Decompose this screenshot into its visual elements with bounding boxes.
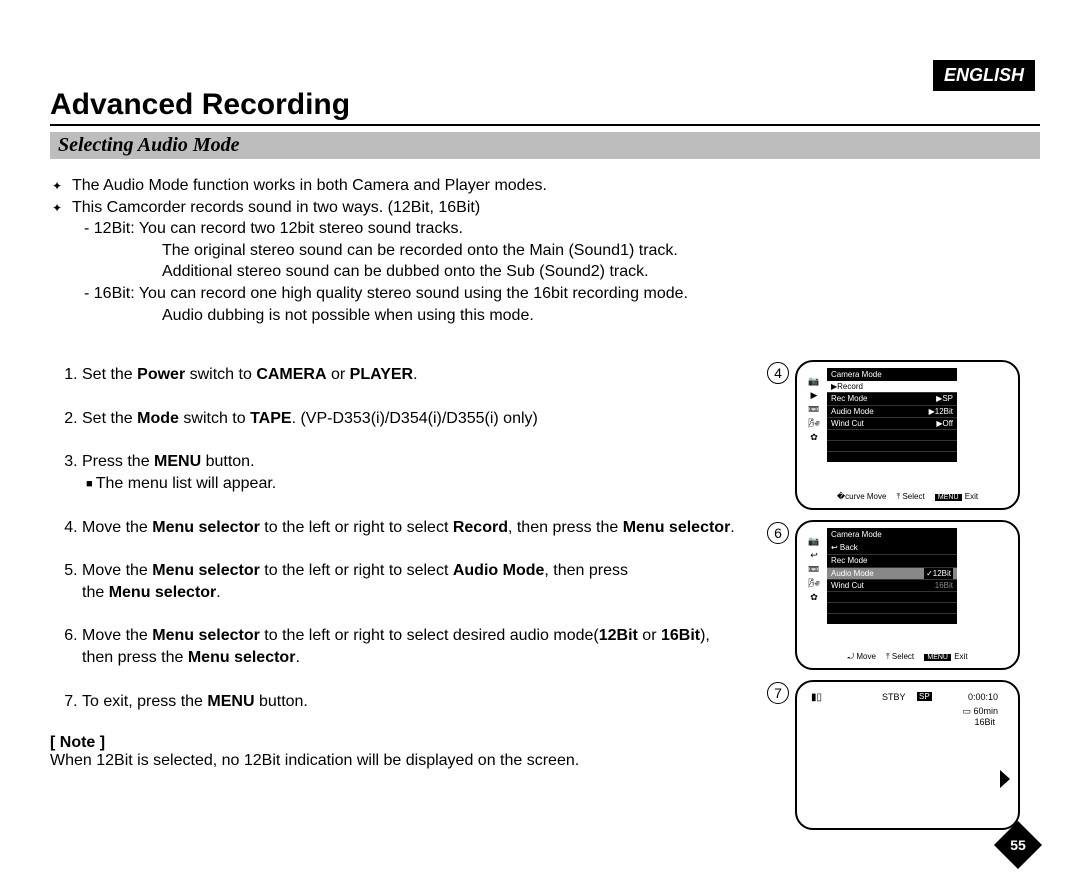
screen-4-wrap: 4 📷 ▶ 📼 🌬 ✿ Camera Mode ▶Record Rec Mode… xyxy=(795,360,1035,510)
screen-illustrations: 4 📷 ▶ 📼 🌬 ✿ Camera Mode ▶Record Rec Mode… xyxy=(795,360,1035,840)
menu-icons-4: 📷 ▶ 📼 🌬 ✿ xyxy=(807,376,821,443)
lcd-screen-4: 📷 ▶ 📼 🌬 ✿ Camera Mode ▶Record Rec Mode▶S… xyxy=(795,360,1020,510)
menu-title-6: Camera Mode xyxy=(827,528,957,541)
bullet-1: The Audio Mode function works in both Ca… xyxy=(72,175,1040,197)
screen-7-wrap: 7 ▮▯ STBY SP 0:00:10 ▭ 60min 16Bit xyxy=(795,680,1035,830)
back-icon: ↩ xyxy=(807,550,821,561)
battery-icon: ▮▯ xyxy=(811,692,822,703)
sub-16bit-l2: Audio dubbing is not possible when using… xyxy=(162,305,1040,327)
lcd-screen-6: 📷 ↩ 📼 🌬 ✿ Camera Mode ↩ Back Rec Mode Au… xyxy=(795,520,1020,670)
sub-12bit: - 12Bit: You can record two 12bit stereo… xyxy=(84,218,1040,240)
step-circle-4: 4 xyxy=(767,362,789,384)
language-badge: ENGLISH xyxy=(933,60,1035,91)
menu-title-4: Camera Mode xyxy=(827,368,957,381)
screen-6-wrap: 6 📷 ↩ 📼 🌬 ✿ Camera Mode ↩ Back Rec Mode … xyxy=(795,520,1035,670)
lcd-screen-7: ▮▯ STBY SP 0:00:10 ▭ 60min 16Bit xyxy=(795,680,1020,830)
tape-remain: ▭ 60min xyxy=(962,706,998,717)
menu-sub-6: ↩ Back xyxy=(827,541,957,554)
menu-sub-4: ▶Record xyxy=(827,381,957,392)
tape-icon: 📼 xyxy=(807,564,821,575)
sub-16bit: - 16Bit: You can record one high quality… xyxy=(84,283,1040,305)
camera-icon: 📷 xyxy=(807,536,821,547)
menu-bottom-bar: �curve Move ⤒ Select MENU Exit xyxy=(797,492,1018,502)
gear-icon: ✿ xyxy=(807,592,821,603)
play-icon: ▶ xyxy=(807,390,821,401)
menu-row[interactable]: Audio Mode▶12Bit xyxy=(827,405,957,417)
wind-icon: 🌬 xyxy=(807,418,821,429)
menu-row[interactable]: Wind Cut▶Off xyxy=(827,417,957,429)
play-indicator-icon xyxy=(1000,770,1010,788)
step-6: Move the Menu selector to the left or ri… xyxy=(82,625,822,668)
menu-box-6: Camera Mode ↩ Back Rec Mode Audio Mode✓1… xyxy=(827,528,957,624)
intro-bullets: The Audio Mode function works in both Ca… xyxy=(50,175,1040,326)
tape-icon: 📼 xyxy=(807,404,821,415)
menu-row[interactable]: Wind Cut16Bit xyxy=(827,579,957,591)
time-label: 0:00:10 xyxy=(968,692,998,702)
menu-box-4: Camera Mode ▶Record Rec Mode▶SP Audio Mo… xyxy=(827,368,957,462)
audio-bits: 16Bit xyxy=(974,717,998,727)
menu-row-selected[interactable]: Audio Mode✓12Bit xyxy=(827,567,957,579)
menu-icons-6: 📷 ↩ 📼 🌬 ✿ xyxy=(807,536,821,603)
page-title: Advanced Recording xyxy=(50,88,1040,126)
bullet-2: This Camcorder records sound in two ways… xyxy=(72,197,1040,327)
sp-badge: SP xyxy=(917,692,932,701)
step-circle-6: 6 xyxy=(767,522,789,544)
step-circle-7: 7 xyxy=(767,682,789,704)
menu-row[interactable]: Rec Mode▶SP xyxy=(827,392,957,404)
section-subtitle: Selecting Audio Mode xyxy=(50,132,1040,159)
menu-bottom-bar: ⤾ Move ⤒ Select MENU Exit xyxy=(797,652,1018,662)
bullet-2-text: This Camcorder records sound in two ways… xyxy=(72,199,480,216)
step-5: Move the Menu selector to the left or ri… xyxy=(82,560,782,603)
stby-label: STBY xyxy=(882,692,906,702)
wind-icon: 🌬 xyxy=(807,578,821,589)
menu-row[interactable]: Rec Mode xyxy=(827,554,957,566)
page-number: 55 xyxy=(1001,828,1035,862)
sub-12bit-l3: Additional stereo sound can be dubbed on… xyxy=(162,261,1040,283)
sub-12bit-l2: The original stereo sound can be recorde… xyxy=(162,240,1040,262)
camera-icon: 📷 xyxy=(807,376,821,387)
gear-icon: ✿ xyxy=(807,432,821,443)
